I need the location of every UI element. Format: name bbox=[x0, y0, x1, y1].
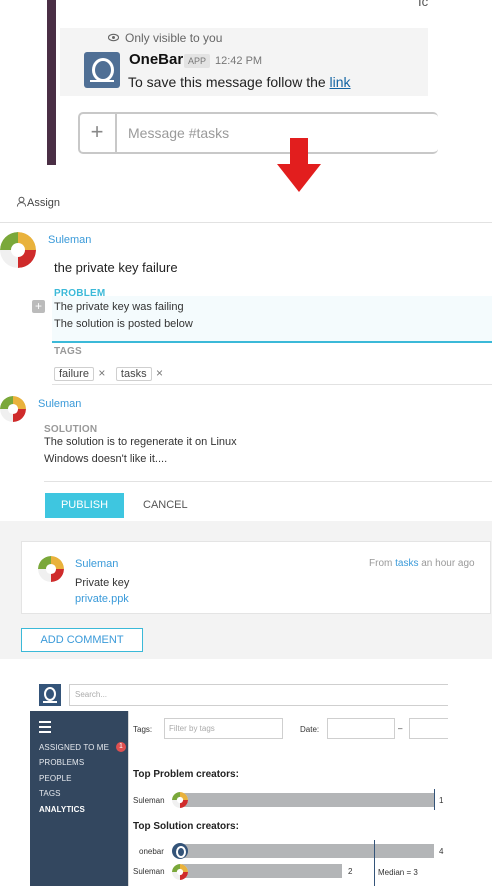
date-filter-label: Date: bbox=[300, 725, 320, 734]
sidebar-item-assigned[interactable]: ASSIGNED TO ME bbox=[39, 743, 109, 752]
from-suffix: an hour ago bbox=[418, 558, 475, 569]
avatar bbox=[172, 864, 188, 880]
divider bbox=[128, 711, 129, 886]
problem-label: PROBLEM bbox=[54, 288, 106, 299]
median-marker bbox=[434, 789, 435, 810]
menu-icon[interactable] bbox=[39, 721, 51, 736]
bar bbox=[182, 844, 434, 858]
bar-label: Suleman bbox=[133, 796, 165, 805]
comment-author[interactable]: Suleman bbox=[75, 558, 118, 570]
message-time[interactable]: 12:42 PM bbox=[215, 55, 262, 67]
divider bbox=[52, 384, 492, 385]
bar bbox=[182, 793, 434, 807]
app-sidebar bbox=[30, 711, 128, 886]
sidebar-item-problems[interactable]: PROBLEMS bbox=[39, 758, 84, 767]
solution-line: The solution is to regenerate it on Linu… bbox=[44, 436, 237, 448]
sidebar-item-tags[interactable]: TAGS bbox=[39, 789, 61, 798]
bar-value: 2 bbox=[348, 867, 353, 876]
divider bbox=[0, 222, 492, 223]
search-input[interactable]: Search... bbox=[69, 684, 448, 706]
date-separator: – bbox=[398, 724, 403, 733]
tags-label: TAGS bbox=[54, 346, 82, 357]
user-icon bbox=[16, 196, 27, 207]
author-name[interactable]: Suleman bbox=[48, 234, 91, 246]
notification-badge: 1 bbox=[116, 742, 126, 752]
tags-filter-input[interactable]: Filter by tags bbox=[164, 718, 283, 739]
tag-chip[interactable]: failure bbox=[54, 367, 94, 381]
problem-creators-heading: Top Problem creators: bbox=[133, 769, 239, 780]
attachment-link[interactable]: private.ppk bbox=[75, 593, 129, 605]
composer-placeholder[interactable]: Message #tasks bbox=[128, 125, 229, 141]
channel-link[interactable]: tasks bbox=[395, 558, 418, 569]
composer-plus-button[interactable]: + bbox=[79, 113, 117, 153]
message-text: To save this message follow the bbox=[128, 74, 330, 90]
sidebar-item-analytics[interactable]: ANALYTICS bbox=[39, 805, 85, 814]
truncated-text: Ic bbox=[418, 0, 429, 9]
message-body: To save this message follow the link bbox=[128, 74, 351, 90]
entry-title[interactable]: the private key failure bbox=[54, 260, 178, 275]
tag-list: failure × tasks × bbox=[54, 364, 163, 382]
median-label: Median = 3 bbox=[378, 868, 418, 877]
bar-value: 4 bbox=[439, 847, 444, 856]
remove-tag-icon[interactable]: × bbox=[98, 366, 105, 380]
solution-author[interactable]: Suleman bbox=[38, 398, 81, 410]
onebar-avatar bbox=[172, 843, 188, 859]
avatar[interactable] bbox=[0, 396, 26, 422]
avatar bbox=[172, 792, 188, 808]
add-comment-button[interactable]: ADD COMMENT bbox=[21, 628, 143, 652]
bar bbox=[182, 864, 342, 878]
bar-label: Suleman bbox=[133, 867, 165, 876]
visibility-text: Only visible to you bbox=[125, 31, 223, 45]
from-prefix: From bbox=[369, 558, 396, 569]
onebar-logo[interactable] bbox=[84, 52, 120, 88]
app-badge: APP bbox=[184, 54, 211, 68]
sidebar-item-people[interactable]: PEOPLE bbox=[39, 774, 72, 783]
eye-icon bbox=[108, 33, 119, 42]
problem-line: The solution is posted below bbox=[54, 318, 193, 330]
visibility-note: Only visible to you bbox=[108, 31, 222, 45]
avatar[interactable] bbox=[0, 232, 36, 268]
save-link[interactable]: link bbox=[330, 74, 351, 90]
median-marker bbox=[374, 840, 375, 886]
avatar[interactable] bbox=[38, 556, 64, 582]
comment-text: Private key bbox=[75, 577, 130, 589]
bot-name[interactable]: OneBar bbox=[129, 51, 183, 68]
assign-button[interactable]: Assign bbox=[16, 196, 60, 209]
divider bbox=[44, 481, 492, 482]
bar-label: onebar bbox=[139, 847, 164, 856]
problem-text[interactable]: The private key was failing The solution… bbox=[54, 299, 193, 333]
app-logo[interactable] bbox=[39, 684, 61, 706]
remove-tag-icon[interactable]: × bbox=[156, 366, 163, 380]
date-from-input[interactable] bbox=[327, 718, 395, 739]
solution-creators-heading: Top Solution creators: bbox=[133, 821, 239, 832]
solution-text[interactable]: The solution is to regenerate it on Linu… bbox=[44, 434, 237, 468]
problem-line: The private key was failing bbox=[54, 301, 184, 313]
publish-button[interactable]: PUBLISH bbox=[45, 493, 124, 518]
add-section-button[interactable]: + bbox=[32, 300, 45, 313]
bar-value: 1 bbox=[439, 796, 444, 805]
tag-chip[interactable]: tasks bbox=[115, 367, 152, 381]
arrow-down-icon bbox=[277, 138, 321, 192]
date-to-input[interactable] bbox=[409, 718, 448, 739]
slack-channel-sidebar-edge bbox=[47, 0, 56, 165]
assign-label: Assign bbox=[27, 197, 61, 209]
comment-source: From tasks an hour ago bbox=[369, 558, 475, 569]
solution-line: Windows doesn't like it.... bbox=[44, 453, 168, 465]
tags-filter-label: Tags: bbox=[133, 725, 153, 734]
cancel-button[interactable]: CANCEL bbox=[143, 499, 188, 511]
